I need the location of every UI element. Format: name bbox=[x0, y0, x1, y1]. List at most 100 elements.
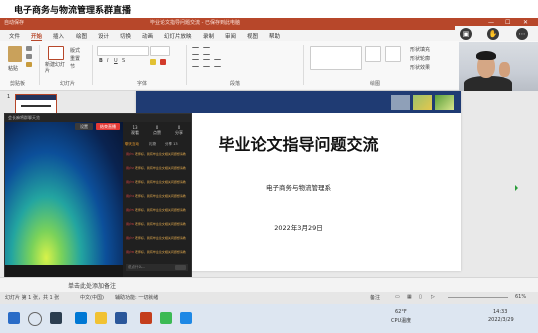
tab-insert[interactable]: 插入 bbox=[53, 32, 64, 40]
edge-icon[interactable] bbox=[75, 312, 87, 324]
close-icon[interactable]: ✕ bbox=[523, 19, 528, 26]
word-icon[interactable] bbox=[115, 312, 127, 324]
section-button[interactable]: 节 bbox=[70, 63, 75, 70]
ribbon-divider bbox=[186, 45, 187, 85]
language-indicator[interactable]: 中文(中国) bbox=[80, 294, 104, 301]
tab-gifts[interactable]: 礼物 bbox=[149, 142, 156, 147]
zoom-slider[interactable] bbox=[448, 297, 508, 298]
tab-transitions[interactable]: 切换 bbox=[120, 32, 131, 40]
tab-record[interactable]: 录制 bbox=[203, 32, 214, 40]
new-slide-button[interactable]: 新建幻灯片 bbox=[45, 62, 67, 74]
live-window-titlebar: 会长麻将群聊天览 bbox=[5, 114, 191, 122]
tab-help[interactable]: 帮助 bbox=[269, 32, 280, 40]
live-chat-panel: 13 观看 0 点赞 0 分享 聊天互动 礼物 分享 13 用户1 老师好，我有… bbox=[123, 122, 191, 277]
shape-outline-button[interactable]: 形状轮廓 bbox=[410, 55, 430, 62]
ribbon-divider bbox=[303, 45, 304, 85]
tab-review[interactable]: 审阅 bbox=[225, 32, 236, 40]
presenter-hair bbox=[476, 51, 496, 60]
paste-button[interactable]: 粘贴 bbox=[8, 65, 18, 72]
start-icon[interactable] bbox=[8, 312, 20, 324]
live-settings-button[interactable]: 设置 bbox=[75, 123, 93, 130]
search-icon[interactable] bbox=[28, 312, 42, 326]
raise-hand-icon[interactable]: ✋ bbox=[487, 28, 499, 40]
chat-message: 用户1 老师好，我有毕业论文相关问题想请教 bbox=[126, 152, 186, 156]
minimize-icon[interactable]: — bbox=[488, 19, 494, 26]
clock-date[interactable]: 2022/3/29 bbox=[488, 317, 514, 323]
notes-pane[interactable]: 单击此处添加备注 bbox=[0, 277, 538, 292]
layout-button[interactable]: 版式 bbox=[70, 47, 80, 54]
italic-icon[interactable]: I bbox=[107, 58, 108, 64]
tab-animations[interactable]: 动画 bbox=[142, 32, 153, 40]
maximize-icon[interactable]: ☐ bbox=[505, 19, 510, 26]
cut-icon[interactable] bbox=[26, 46, 32, 51]
numbering-icon[interactable] bbox=[203, 47, 210, 55]
tab-chat[interactable]: 聊天互动 bbox=[125, 142, 139, 147]
copy-icon[interactable] bbox=[26, 54, 32, 59]
tab-draw[interactable]: 绘图 bbox=[76, 32, 87, 40]
ribbon: 粘贴 剪贴板 新建幻灯片 版式 重置 节 幻灯片 B I U S 字体 段落 形… bbox=[0, 41, 538, 91]
clock-time[interactable]: 14:33 bbox=[493, 309, 507, 315]
view-slideshow-icon[interactable]: ▷ bbox=[431, 294, 435, 300]
chat-message: 用户3 老师好，我有毕业论文相关问题想请教 bbox=[126, 180, 186, 184]
notes-toggle[interactable]: 备注 bbox=[370, 294, 380, 301]
font-color-icon[interactable] bbox=[160, 59, 166, 65]
font-size-select[interactable] bbox=[150, 46, 170, 56]
strikethrough-icon[interactable]: S bbox=[122, 58, 125, 64]
reset-button[interactable]: 重置 bbox=[70, 55, 80, 62]
tab-view[interactable]: 视图 bbox=[247, 32, 258, 40]
quick-styles-icon[interactable] bbox=[385, 46, 401, 62]
view-sorter-icon[interactable]: ▦ bbox=[407, 294, 412, 300]
tab-home[interactable]: 开始 bbox=[31, 32, 43, 41]
powerpoint-icon[interactable] bbox=[140, 312, 152, 324]
more-icon[interactable]: ⋯ bbox=[516, 28, 528, 40]
underline-icon[interactable]: U bbox=[114, 58, 118, 64]
align-center-icon[interactable] bbox=[203, 59, 210, 67]
arrange-icon[interactable] bbox=[365, 46, 381, 62]
align-left-icon[interactable] bbox=[192, 59, 199, 67]
windows-taskbar: 62°F CPU温度 14:33 2022/3/29 bbox=[0, 304, 538, 333]
chat-message: 用户4 老师好，我有毕业论文相关问题想请教 bbox=[126, 194, 186, 198]
chat-message: 用户6 老师好，我有毕业论文相关问题想请教 bbox=[126, 222, 186, 226]
slide-photo[interactable] bbox=[413, 95, 432, 110]
explorer-icon[interactable] bbox=[95, 312, 107, 324]
shape-fill-button[interactable]: 形状填充 bbox=[410, 46, 430, 53]
format-painter-icon[interactable] bbox=[26, 62, 32, 67]
slide-photo[interactable] bbox=[435, 95, 454, 110]
highlight-icon[interactable] bbox=[150, 59, 156, 65]
slide-counter: 幻灯片 第 1 张，共 1 张 bbox=[5, 295, 60, 301]
camera-icon[interactable]: ▣ bbox=[460, 28, 472, 40]
chat-send-button[interactable] bbox=[175, 265, 186, 270]
group-label-slides: 幻灯片 bbox=[60, 81, 76, 87]
view-normal-icon[interactable]: ▭ bbox=[395, 294, 400, 300]
end-live-button[interactable]: 结束直播 bbox=[96, 123, 120, 130]
bold-icon[interactable]: B bbox=[99, 58, 103, 64]
weather-temp[interactable]: 62°F bbox=[395, 309, 407, 315]
notes-placeholder[interactable]: 单击此处添加备注 bbox=[68, 281, 116, 290]
chat-app-icon[interactable] bbox=[160, 312, 172, 324]
presenter-body bbox=[464, 76, 512, 92]
autosave-toggle[interactable]: 自动保存 bbox=[4, 19, 24, 26]
accessibility-status[interactable]: 辅助功能: 一切就绪 bbox=[115, 294, 158, 301]
zoom-level[interactable]: 61% bbox=[515, 294, 526, 300]
slide-photo[interactable] bbox=[391, 95, 410, 110]
tab-file[interactable]: 文件 bbox=[9, 32, 20, 40]
task-view-icon[interactable] bbox=[50, 312, 62, 324]
status-bar: 幻灯片 第 1 张，共 1 张 中文(中国) 辅助功能: 一切就绪 备注 ▭ ▦… bbox=[0, 292, 538, 304]
font-name-select[interactable] bbox=[97, 46, 149, 56]
shape-effect-button[interactable]: 形状效果 bbox=[410, 64, 430, 71]
paste-icon[interactable] bbox=[8, 46, 22, 62]
bullets-icon[interactable] bbox=[192, 47, 199, 55]
live-preview-toolbar bbox=[5, 265, 123, 277]
tab-design[interactable]: 设计 bbox=[98, 32, 109, 40]
tab-slideshow[interactable]: 幻灯片放映 bbox=[164, 32, 192, 40]
stat-viewers: 13 观看 bbox=[131, 125, 139, 135]
view-reading-icon[interactable]: ▯ bbox=[419, 294, 422, 300]
chat-message: 用户5 老师好，我有毕业论文相关问题想请教 bbox=[126, 208, 186, 212]
tab-share[interactable]: 分享 13 bbox=[165, 142, 178, 147]
new-slide-icon[interactable] bbox=[48, 46, 64, 60]
shapes-gallery[interactable] bbox=[310, 46, 362, 70]
align-right-icon[interactable] bbox=[214, 59, 221, 67]
weather-desc[interactable]: CPU温度 bbox=[391, 317, 411, 324]
stat-shares: 0 分享 bbox=[175, 125, 183, 135]
live-app-icon[interactable] bbox=[180, 312, 192, 324]
